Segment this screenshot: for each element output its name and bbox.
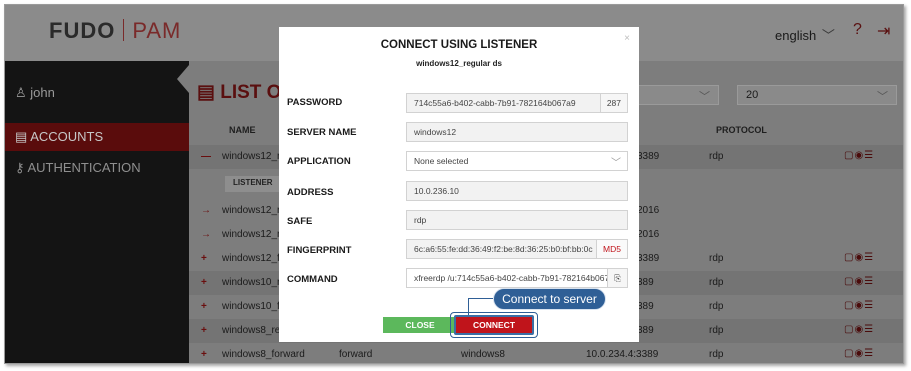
row-protocol: rdp: [709, 277, 724, 288]
active-indicator: [177, 65, 189, 93]
chevron-down-icon: ﹀: [821, 28, 835, 43]
dialog-subtitle: windows12_regular ds: [416, 59, 502, 68]
row-address: 389: [637, 277, 654, 288]
address-value: 10.0.236.10: [414, 186, 459, 196]
page-size-select[interactable]: 20 ﹀: [737, 85, 897, 105]
expand-icon[interactable]: +: [201, 277, 207, 288]
row-protocol: rdp: [709, 151, 724, 162]
logout-icon[interactable]: ⇥: [877, 21, 890, 41]
application-label: APPLICATION: [287, 156, 351, 167]
safe-label: SAFE: [287, 216, 313, 227]
row-server: windows8: [461, 349, 505, 360]
row-actions-icon[interactable]: ▢◉☰: [844, 348, 874, 359]
expand-icon[interactable]: +: [201, 349, 207, 360]
password-label: PASSWORD: [287, 97, 343, 108]
fingerprint-algorithm: MD5: [596, 240, 627, 258]
connect-button[interactable]: CONNECT: [454, 315, 534, 335]
listener-column[interactable]: LISTENER: [225, 176, 281, 192]
row-address: 389: [637, 301, 654, 312]
chevron-down-icon: ﹀: [611, 158, 621, 169]
expand-icon[interactable]: +: [201, 301, 207, 312]
close-button[interactable]: CLOSE: [383, 317, 457, 333]
sidebar-item-label: AUTHENTICATION: [27, 160, 141, 175]
username: john: [30, 85, 55, 100]
dialog-title: CONNECT USING LISTENER: [380, 39, 538, 51]
list-icon: ▤: [197, 82, 215, 103]
row-actions-icon[interactable]: ▢◉☰: [844, 150, 874, 161]
fingerprint-label: FINGERPRINT: [287, 245, 352, 256]
user-label: ♙ john: [15, 85, 55, 101]
row-address: 2016: [637, 205, 660, 216]
command-field[interactable]: xfreerdp /u:714c55a6-b402-cabb-7b91-7821…: [406, 268, 628, 288]
row-address: 2016: [637, 229, 660, 240]
row-actions-icon[interactable]: ▢◉☰: [844, 324, 874, 335]
chevron-down-icon: ﹀: [877, 91, 888, 103]
row-type: forward: [339, 349, 373, 360]
row-name: windows8_forward: [222, 349, 305, 360]
listener-arrow-icon: →: [201, 229, 211, 240]
logo-divider: [123, 19, 125, 41]
column-name[interactable]: NAME: [229, 125, 256, 135]
sidebar: ♙ john ▤ ACCOUNTS ⚷ AUTHENTICATION: [5, 61, 189, 363]
command-value: xfreerdp /u:714c55a6-b402-cabb-7b91-7821…: [414, 273, 624, 283]
fingerprint-value: 6c:a6:55:fe:dd:36:49:f2:be:8d:36:25:b0:b…: [414, 244, 593, 254]
help-icon[interactable]: ?: [853, 21, 862, 39]
logo: FUDO PAM: [49, 18, 181, 44]
row-protocol: rdp: [709, 325, 724, 336]
logo-text-pam: PAM: [132, 18, 182, 43]
password-value: 714c55a6-b402-cabb-7b91-782164b067a9: [414, 98, 576, 108]
row-protocol: rdp: [709, 253, 724, 264]
row-address: 3389: [637, 151, 660, 162]
app-window: FUDO PAM english ﹀ ? ⇥ ♙ john ▤ ACCOUNTS …: [4, 4, 904, 364]
row-actions-icon[interactable]: ▢◉☰: [844, 300, 874, 311]
sidebar-item-label: ACCOUNTS: [30, 129, 104, 144]
callout-tooltip: Connect to server: [493, 288, 606, 310]
copy-icon[interactable]: ⎘: [607, 269, 627, 287]
sidebar-item-accounts[interactable]: ▤ ACCOUNTS: [5, 123, 189, 151]
user-icon: ♙: [15, 85, 27, 100]
row-actions-icon[interactable]: ▢◉☰: [844, 252, 874, 263]
expand-icon[interactable]: +: [201, 325, 207, 336]
list-icon: ▤: [15, 129, 28, 144]
logo-text: FUDO: [49, 18, 116, 43]
safe-value: rdp: [414, 215, 427, 225]
language-select[interactable]: english ﹀: [775, 25, 835, 44]
key-icon: ⚷: [15, 160, 25, 175]
tooltip-pointer: [468, 298, 494, 315]
server-name-field[interactable]: windows12: [406, 122, 628, 142]
page-size-value: 20: [746, 89, 759, 101]
row-address: 3389: [637, 253, 660, 264]
server-name-value: windows12: [414, 127, 457, 137]
fingerprint-field[interactable]: 6c:a6:55:fe:dd:36:49:f2:be:8d:36:25:b0:b…: [406, 239, 628, 259]
application-value: None selected: [414, 156, 469, 166]
collapse-icon[interactable]: —: [201, 151, 211, 162]
safe-field[interactable]: rdp: [406, 210, 628, 230]
application-select[interactable]: None selected ﹀: [406, 151, 628, 171]
row-protocol: rdp: [709, 349, 724, 360]
command-label: COMMAND: [287, 274, 338, 285]
expand-icon[interactable]: +: [201, 253, 207, 264]
password-field[interactable]: 714c55a6-b402-cabb-7b91-782164b067a9 287: [406, 93, 628, 113]
listener-arrow-icon: →: [201, 205, 211, 216]
server-name-label: SERVER NAME: [287, 127, 357, 138]
row-address: 10.0.234.4:3389: [586, 349, 659, 360]
address-field[interactable]: 10.0.236.10: [406, 181, 628, 201]
language-label: english: [775, 28, 817, 43]
column-protocol[interactable]: PROTOCOL: [716, 125, 767, 135]
address-label: ADDRESS: [287, 187, 334, 198]
filter-select[interactable]: ﹀: [637, 85, 719, 105]
table-row[interactable]: + windows8_forward forward windows8 10.0…: [189, 343, 903, 363]
chevron-down-icon: ﹀: [699, 91, 710, 103]
row-protocol: rdp: [709, 301, 724, 312]
row-actions-icon[interactable]: ▢◉☰: [844, 276, 874, 287]
password-timer: 287: [599, 94, 627, 112]
sidebar-item-authentication[interactable]: ⚷ AUTHENTICATION: [5, 154, 189, 182]
row-address: 389: [637, 325, 654, 336]
